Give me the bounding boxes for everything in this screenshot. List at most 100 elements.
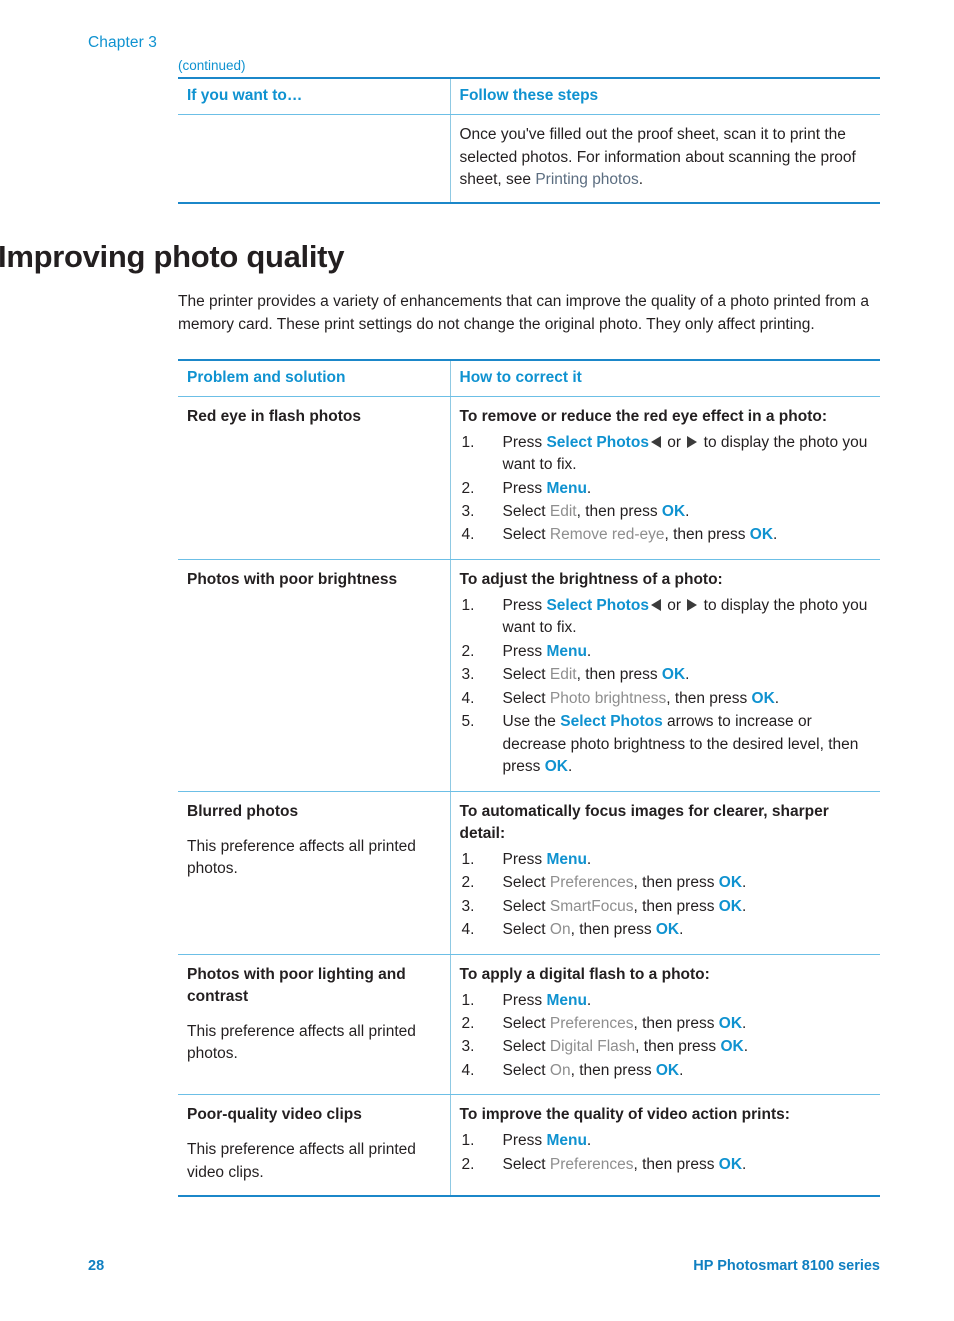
problem-cell: Photos with poor lighting and contrast Th…: [178, 954, 450, 1096]
device-button-label: Menu: [546, 479, 587, 497]
menu-item-label: Preferences: [549, 1155, 634, 1173]
problem-note: This preference affects all printed vide…: [187, 1141, 416, 1181]
chapter-header: Chapter 3: [88, 34, 157, 51]
solution-step: Select Photo brightness, then press OK.: [461, 688, 780, 711]
table-row: Red eye in flash photos To remove or redu…: [178, 396, 880, 560]
device-button-label: Menu: [546, 1132, 587, 1150]
device-button-label: OK: [661, 666, 686, 684]
table-row: Photos with poor brightness To adjust the…: [178, 559, 880, 792]
device-button-label: Menu: [546, 850, 587, 868]
device-button-label: Select Photos: [560, 713, 663, 731]
page-content: (continued) If you want to… Follow these…: [0, 58, 880, 1198]
table2-body: Red eye in flash photos To remove or redu…: [178, 396, 880, 1198]
solution-step: Select On, then press OK.: [461, 919, 684, 942]
solution-step-list: Press Select Photos or to display the ph…: [460, 595, 871, 779]
right-arrow-icon: [687, 435, 698, 448]
problem-cell: Photos with poor brightness: [178, 559, 450, 792]
problem-cell: Poor-quality video clips This preference …: [178, 1094, 450, 1198]
solution-step-list: Press Menu. Select Preferences, then pres…: [460, 849, 871, 942]
device-button-label: OK: [718, 1015, 743, 1032]
solution-title: To automatically focus images for cleare…: [459, 802, 829, 842]
table1-cell-task: [178, 114, 450, 205]
menu-item-label: Photo brightness: [549, 689, 667, 707]
solution-step: Select SmartFocus, then press OK.: [461, 896, 747, 919]
device-button-label: OK: [751, 689, 775, 707]
solution-step: Select Preferences, then press OK.: [461, 872, 747, 895]
menu-item-label: On: [549, 921, 571, 939]
solution-step: Press Select Photos or to display the ph…: [461, 595, 868, 637]
device-button-label: OK: [718, 874, 743, 892]
solution-step: Select On, then press OK.: [461, 1060, 684, 1083]
table1-block: (continued) If you want to… Follow these…: [178, 58, 880, 205]
table-if-you-want-to: If you want to… Follow these steps Once …: [178, 77, 880, 205]
menu-item-label: Preferences: [549, 874, 634, 892]
table-problem-and-solution: Problem and solution How to correct it R…: [178, 358, 880, 1198]
problem-cell: Red eye in flash photos: [178, 396, 450, 560]
table-header-row: Problem and solution How to correct it: [178, 358, 880, 397]
solution-step-list: Press Select Photos or to display the ph…: [460, 432, 871, 548]
document-page: Chapter 3 (continued) If you want to… Fo…: [0, 0, 954, 1321]
table-row: Poor-quality video clips This preference …: [178, 1094, 880, 1198]
table-header-row: If you want to… Follow these steps: [178, 77, 880, 116]
solution-step: Select Edit, then press OK.: [461, 501, 690, 524]
solution-step: Press Menu.: [461, 990, 592, 1013]
table1-steps-text: Once you've filled out the proof sheet, …: [459, 126, 856, 188]
problem-title: Red eye in flash photos: [187, 407, 361, 425]
solution-step: Press Menu.: [461, 478, 592, 501]
table2-header-col2: How to correct it: [449, 358, 880, 397]
menu-item-label: Preferences: [549, 1015, 634, 1032]
device-button-label: OK: [544, 758, 568, 776]
menu-item-label: Remove red-eye: [549, 526, 665, 544]
solution-step-list: Press Menu. Select Preferences, then pres…: [460, 990, 871, 1083]
table1-cell-steps: Once you've filled out the proof sheet, …: [449, 114, 880, 205]
right-arrow-icon: [687, 598, 698, 611]
problem-title: Photos with poor lighting and contrast: [187, 965, 406, 1005]
page-footer: 28 HP Photosmart 8100 series: [88, 1258, 880, 1274]
problem-title: Blurred photos: [187, 802, 299, 820]
device-button-label: Select Photos: [546, 596, 649, 614]
solution-step: Press Menu.: [461, 641, 592, 664]
cross-reference-link[interactable]: Printing photos: [535, 171, 638, 188]
solution-cell: To improve the quality of video action p…: [449, 1094, 880, 1198]
menu-item-label: Edit: [549, 666, 577, 684]
device-button-label: OK: [718, 897, 742, 915]
table-row: Blurred photos This preference affects al…: [178, 791, 880, 955]
section-intro-text: The printer provides a variety of enhanc…: [178, 293, 869, 333]
menu-item-label: Digital Flash: [549, 1038, 636, 1056]
solution-title: To improve the quality of video action p…: [459, 1106, 790, 1124]
solution-cell: To adjust the brightness of a photo: Pres…: [449, 559, 880, 792]
solution-step: Select Edit, then press OK.: [461, 664, 690, 687]
solution-step: Select Preferences, then press OK.: [461, 1154, 747, 1177]
device-button-label: Select Photos: [546, 433, 649, 451]
solution-step: Press Menu.: [461, 849, 592, 872]
problem-title: Photos with poor brightness: [187, 570, 398, 588]
device-button-label: OK: [718, 1155, 743, 1173]
device-button-label: Menu: [546, 991, 587, 1009]
device-button-label: OK: [655, 921, 680, 939]
solution-cell: To apply a digital flash to a photo: Pres…: [449, 954, 880, 1096]
device-button-label: OK: [661, 502, 686, 520]
left-arrow-icon: [650, 435, 661, 448]
solution-step: Press Menu.: [461, 1130, 592, 1153]
table1-header-col1: If you want to…: [178, 77, 450, 116]
page-number: 28: [88, 1258, 105, 1274]
page-title: Improving photo quality: [0, 239, 345, 275]
table1-header-col2: Follow these steps: [449, 77, 880, 116]
menu-item-label: On: [549, 1061, 571, 1079]
solution-step: Use the Select Photos arrows to increase…: [461, 711, 859, 776]
solution-title: To apply a digital flash to a photo:: [459, 965, 710, 983]
solution-step-list: Press Menu. Select Preferences, then pres…: [460, 1130, 871, 1176]
solution-title: To remove or reduce the red eye effect i…: [459, 407, 828, 425]
device-button-label: OK: [655, 1061, 680, 1079]
solution-step: Select Remove red-eye, then press OK.: [461, 524, 778, 547]
device-button-label: Menu: [546, 642, 587, 660]
product-name: HP Photosmart 8100 series: [693, 1258, 880, 1274]
table-row: Once you've filled out the proof sheet, …: [178, 114, 880, 205]
device-button-label: OK: [749, 526, 774, 544]
problem-note: This preference affects all printed phot…: [187, 1022, 416, 1062]
solution-step: Select Preferences, then press OK.: [461, 1013, 747, 1036]
menu-item-label: SmartFocus: [549, 897, 634, 915]
table-row: Photos with poor lighting and contrast Th…: [178, 954, 880, 1096]
solution-cell: To automatically focus images for cleare…: [449, 791, 880, 955]
table1-body: Once you've filled out the proof sheet, …: [178, 114, 880, 205]
